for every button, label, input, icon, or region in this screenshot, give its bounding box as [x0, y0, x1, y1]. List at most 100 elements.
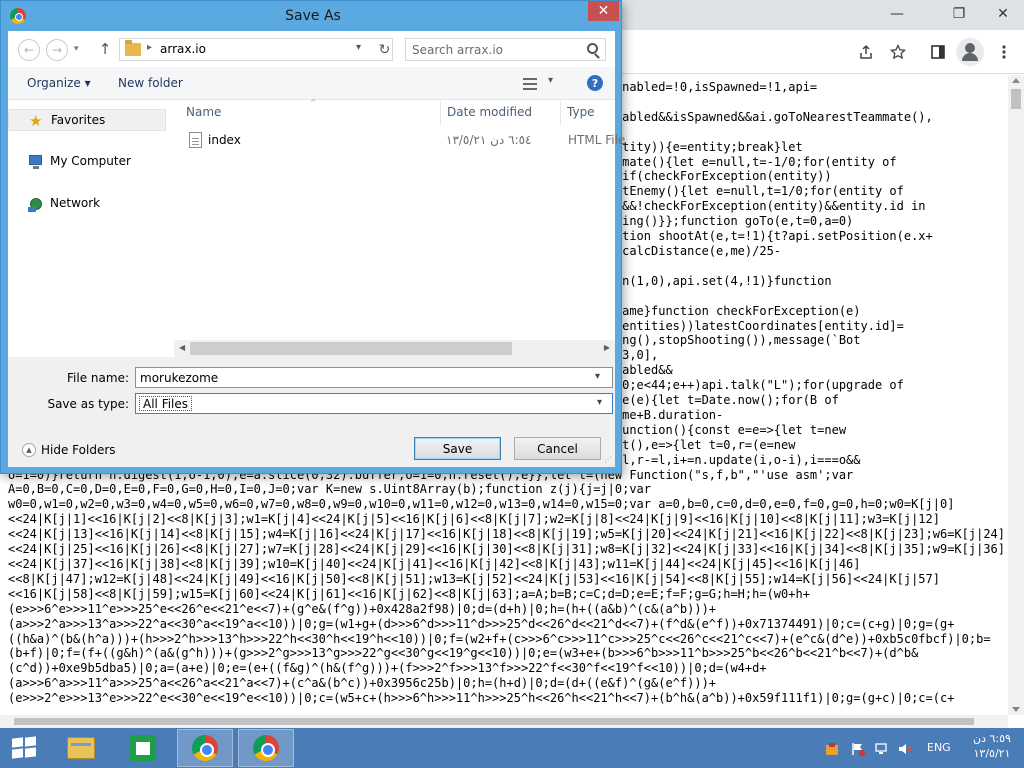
- chrome-icon: [253, 735, 279, 761]
- address-bar: ← → ▾ ↑ ▸ arrax.io ▾ ↻: [8, 31, 615, 67]
- view-options-icon[interactable]: [523, 77, 541, 91]
- chevron-down-icon[interactable]: ▾: [595, 371, 600, 382]
- back-button[interactable]: ←: [18, 39, 40, 61]
- cancel-button[interactable]: Cancel: [514, 437, 601, 460]
- clock-time: ٦:٥٩ دن: [973, 732, 1011, 745]
- scroll-thumb[interactable]: [1011, 89, 1021, 109]
- organize-button[interactable]: Organize ▾: [27, 76, 91, 90]
- chevron-down-icon[interactable]: ▾: [597, 397, 602, 408]
- close-icon: ✕: [597, 3, 610, 19]
- file-explorer-taskbar-button[interactable]: [53, 729, 109, 767]
- nav-item-favorites[interactable]: ★ Favorites: [8, 109, 166, 131]
- network-icon: [28, 196, 44, 212]
- maximize-button[interactable]: ❐: [938, 0, 980, 28]
- scroll-thumb[interactable]: [14, 718, 974, 725]
- minimize-button[interactable]: —: [876, 0, 918, 28]
- tray-app-icon[interactable]: [825, 742, 839, 756]
- column-header-name[interactable]: Name: [186, 105, 221, 119]
- taskbar: ENG ٦:٥٩ دن ١٣/٥/٢١: [0, 728, 1024, 768]
- minimize-icon: —: [890, 6, 904, 22]
- command-bar: Organize ▾ New folder ▾ ?: [8, 67, 615, 100]
- breadcrumb-folder[interactable]: arrax.io: [160, 42, 206, 56]
- resize-grip-icon[interactable]: ⋰: [604, 455, 612, 464]
- store-taskbar-button[interactable]: [115, 729, 171, 767]
- close-button[interactable]: ✕: [982, 0, 1024, 28]
- profile-icon[interactable]: [956, 38, 984, 66]
- volume-muted-icon[interactable]: [898, 742, 912, 756]
- dialog-close-button[interactable]: ✕: [588, 1, 619, 21]
- file-list-scrollbar[interactable]: ◀ ▶: [174, 340, 615, 357]
- file-row[interactable]: index ٦:٥٤ دن ١٣/٥/٢١ HTML File: [174, 129, 625, 151]
- back-arrow-icon: ←: [23, 43, 35, 57]
- start-icon[interactable]: [12, 736, 38, 760]
- nav-item-my-computer[interactable]: My Computer: [8, 151, 166, 173]
- system-clock[interactable]: ٦:٥٩ دن ١٣/٥/٢١: [964, 731, 1020, 761]
- column-header-type[interactable]: Type: [567, 105, 595, 119]
- new-folder-button[interactable]: New folder: [118, 76, 183, 90]
- store-icon: [130, 735, 156, 761]
- network-icon[interactable]: [875, 742, 889, 756]
- file-name-label: File name:: [67, 371, 129, 385]
- save-options-pane: File name: ▾ Save as type: All Files ▾ ▲…: [8, 357, 615, 467]
- nav-item-label: Network: [50, 196, 101, 210]
- file-name-input[interactable]: [135, 367, 613, 388]
- clock-date: ١٣/٥/٢١: [973, 747, 1011, 760]
- save-as-type-select[interactable]: All Files ▾: [135, 393, 613, 414]
- horizontal-scrollbar[interactable]: [0, 715, 1008, 728]
- chrome-icon: [10, 8, 26, 24]
- chevron-down-icon[interactable]: ▾: [356, 42, 361, 53]
- column-header-date-modified[interactable]: Date modified: [447, 105, 532, 119]
- chevron-up-icon: ▲: [22, 443, 36, 457]
- up-arrow-icon: ↑: [98, 40, 112, 58]
- navigation-pane: ★ Favorites My Computer Network: [8, 101, 168, 367]
- view-dropdown-button[interactable]: ▾: [548, 75, 553, 86]
- dialog-title: Save As: [285, 8, 341, 24]
- refresh-icon: ↻: [378, 41, 391, 58]
- vertical-scrollbar[interactable]: [1008, 75, 1024, 715]
- search-box[interactable]: [405, 38, 606, 61]
- file-date-modified: ٦:٥٤ دن ١٣/٥/٢١: [446, 133, 532, 147]
- recent-locations-dropdown[interactable]: ▾: [74, 44, 79, 54]
- share-icon[interactable]: [852, 38, 880, 66]
- sort-ascending-icon: ^: [310, 98, 317, 107]
- hide-folders-label: Hide Folders: [41, 443, 116, 457]
- scroll-up-icon[interactable]: [1012, 78, 1020, 83]
- scroll-left-icon[interactable]: ◀: [179, 343, 185, 352]
- html-file-icon: [189, 132, 202, 148]
- bookmark-star-icon[interactable]: [884, 38, 912, 66]
- help-icon[interactable]: ?: [587, 75, 603, 91]
- chevron-right-icon[interactable]: ▸: [147, 42, 152, 53]
- star-icon: ★: [29, 112, 43, 130]
- chrome-taskbar-button[interactable]: [238, 729, 294, 767]
- file-explorer-icon: [67, 737, 95, 759]
- chrome-icon: [192, 735, 218, 761]
- action-center-flag-icon[interactable]: [851, 742, 865, 756]
- column-divider[interactable]: [560, 101, 561, 125]
- search-icon[interactable]: [587, 43, 598, 54]
- scroll-down-icon[interactable]: [1012, 707, 1020, 712]
- forward-button[interactable]: →: [46, 39, 68, 61]
- scroll-right-icon[interactable]: ▶: [604, 343, 610, 352]
- up-folder-button[interactable]: ↑: [96, 39, 114, 59]
- input-language-indicator[interactable]: ENG: [927, 741, 951, 754]
- restore-icon: ❐: [952, 6, 966, 22]
- file-name: index: [208, 133, 241, 147]
- save-as-type-label: Save as type:: [47, 397, 129, 411]
- nav-item-label: My Computer: [50, 154, 131, 168]
- close-icon: ✕: [997, 6, 1009, 22]
- refresh-button[interactable]: ↻: [376, 40, 393, 59]
- path-breadcrumb[interactable]: ▸ arrax.io ▾ ↻: [119, 38, 393, 61]
- menu-icon[interactable]: [990, 38, 1018, 66]
- nav-item-network[interactable]: Network: [8, 193, 166, 215]
- sidebar-icon[interactable]: [924, 38, 952, 66]
- search-input[interactable]: [412, 42, 582, 58]
- scroll-thumb[interactable]: [190, 342, 512, 355]
- nav-item-label: Favorites: [51, 113, 106, 127]
- save-button[interactable]: Save: [414, 437, 501, 460]
- computer-icon: [28, 154, 44, 170]
- folder-icon: [125, 40, 141, 56]
- column-divider[interactable]: [440, 101, 441, 125]
- forward-arrow-icon: →: [51, 43, 63, 57]
- save-as-dialog: Save As ✕ ← → ▾ ↑ ▸ arrax.io ▾ ↻ Organiz…: [0, 0, 625, 474]
- chrome-taskbar-button[interactable]: [177, 729, 233, 767]
